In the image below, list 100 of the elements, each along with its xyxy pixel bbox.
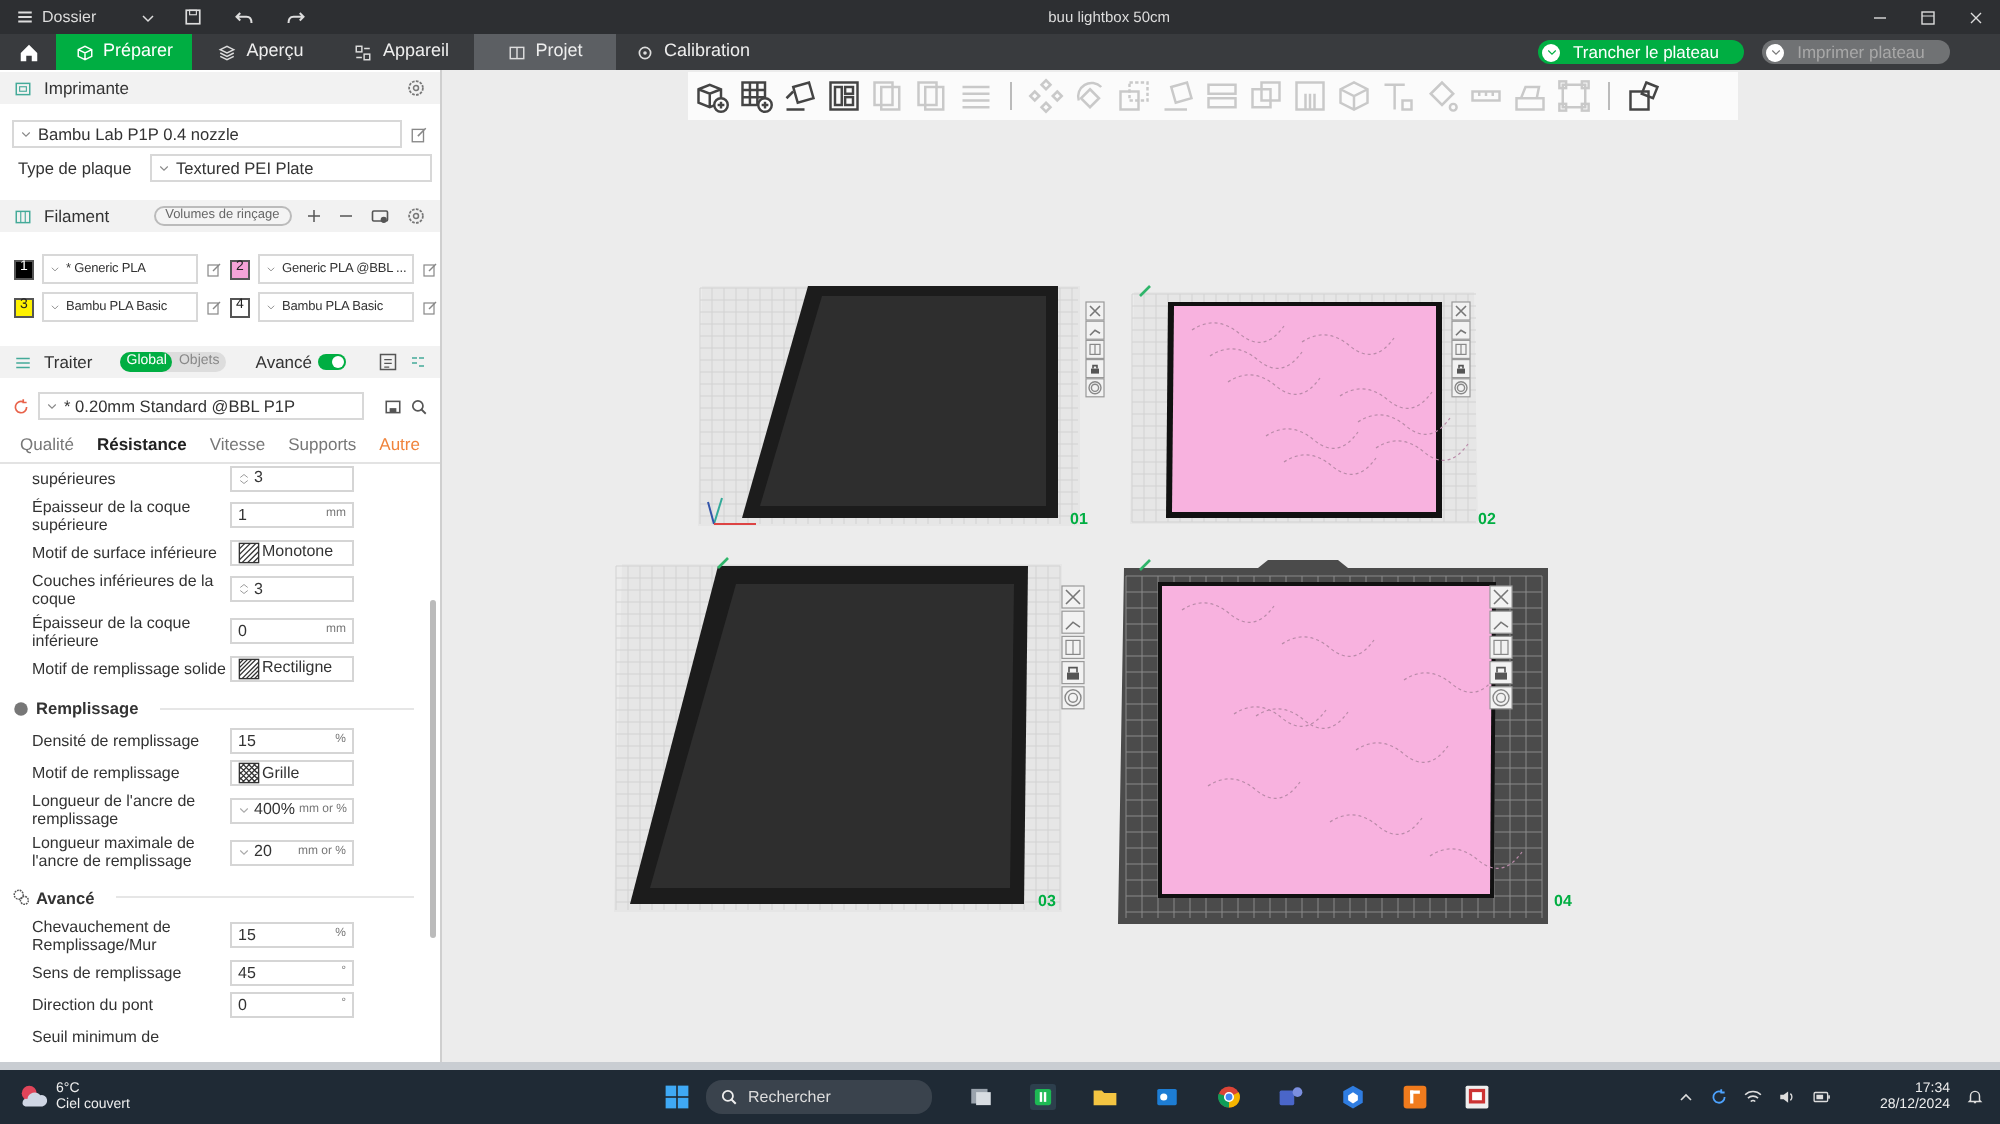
lock-icon[interactable] bbox=[1085, 359, 1105, 379]
sync-icon[interactable] bbox=[1709, 1088, 1728, 1106]
scrollbar[interactable] bbox=[430, 599, 436, 938]
plate-drawing[interactable] bbox=[614, 564, 1062, 912]
save-icon[interactable] bbox=[384, 397, 402, 415]
undo-icon[interactable] bbox=[234, 7, 255, 27]
nav-tab[interactable]: Projet bbox=[474, 34, 616, 70]
settings-tab[interactable]: Résistance bbox=[96, 430, 187, 462]
preset-dropdown[interactable]: * 0.20mm Standard @BBL P1P bbox=[38, 392, 365, 420]
chat-icon[interactable] bbox=[1278, 1084, 1304, 1110]
plate-drawing[interactable] bbox=[1130, 292, 1478, 524]
puzzle-icon[interactable] bbox=[1626, 78, 1662, 114]
section-title: Imprimante bbox=[44, 75, 130, 101]
plus-icon[interactable] bbox=[306, 208, 322, 224]
settings-tab[interactable]: Qualité bbox=[20, 430, 74, 462]
caret-icon bbox=[266, 302, 276, 312]
cube-app-icon[interactable] bbox=[1340, 1084, 1366, 1110]
field-label: Type de plaque bbox=[18, 155, 134, 181]
gears-icon bbox=[12, 888, 30, 907]
caret-icon bbox=[1769, 46, 1781, 58]
dot-icon bbox=[12, 699, 30, 718]
spool-icon[interactable] bbox=[370, 206, 390, 226]
chevron-up-icon[interactable] bbox=[1677, 1089, 1694, 1105]
caret-icon bbox=[46, 400, 58, 412]
wifi-icon[interactable] bbox=[1743, 1088, 1762, 1106]
lock-icon[interactable] bbox=[1489, 661, 1513, 685]
calibration-icon bbox=[635, 43, 654, 61]
cube-icon bbox=[75, 43, 93, 61]
spin-field[interactable]: 3 bbox=[230, 465, 354, 492]
grid-icon[interactable] bbox=[1489, 635, 1513, 659]
panel-icon[interactable] bbox=[826, 78, 862, 114]
spin-arrows-icon bbox=[238, 580, 250, 599]
advanced-switch[interactable] bbox=[318, 354, 346, 370]
plate-drawing[interactable] bbox=[1118, 560, 1548, 924]
spin-field[interactable]: 3 bbox=[230, 576, 354, 603]
setting-label: Épaisseur de la coque inférieure bbox=[30, 613, 193, 650]
settings-tab[interactable]: Vitesse bbox=[209, 430, 266, 462]
pattern-icon bbox=[238, 541, 260, 564]
grid-icon[interactable] bbox=[1085, 339, 1105, 359]
caret-icon bbox=[140, 9, 157, 25]
setting-label: Épaisseur de la coque supérieure bbox=[30, 497, 193, 534]
app-icon[interactable] bbox=[1030, 1084, 1056, 1110]
settings-icon[interactable] bbox=[406, 206, 426, 226]
printer-dropdown[interactable]: Bambu Lab P1P 0.4 nozzle bbox=[12, 120, 402, 148]
pattern-dropdown[interactable]: Grille bbox=[230, 760, 354, 787]
target-icon[interactable] bbox=[1489, 686, 1513, 710]
settings-icon[interactable] bbox=[406, 78, 426, 98]
setting-label: Motif de remplissage solide bbox=[30, 659, 228, 678]
caret-icon bbox=[50, 264, 60, 274]
book-icon bbox=[507, 43, 526, 61]
target-icon[interactable] bbox=[1085, 378, 1105, 398]
pattern-dropdown[interactable]: Rectiligne bbox=[230, 655, 354, 682]
caret-icon bbox=[266, 264, 276, 274]
nav-tab[interactable]: Calibration bbox=[616, 34, 770, 70]
caret-icon bbox=[1545, 46, 1557, 58]
speaker-icon[interactable] bbox=[1777, 1088, 1796, 1106]
maximize-icon[interactable] bbox=[1920, 9, 1936, 25]
caret-icon bbox=[158, 162, 170, 174]
window-icon[interactable] bbox=[968, 1084, 994, 1110]
section-title: Filament bbox=[44, 203, 110, 229]
battery-icon[interactable] bbox=[1811, 1088, 1832, 1106]
weather-icon[interactable] bbox=[18, 1082, 48, 1112]
plate-type-dropdown[interactable]: Textured PEI Plate bbox=[150, 154, 432, 182]
settings-tab[interactable]: Supports bbox=[288, 430, 357, 462]
nav-tab[interactable]: Appareil bbox=[330, 34, 474, 70]
bell-icon[interactable] bbox=[1966, 1088, 1984, 1106]
browser-icon[interactable] bbox=[1216, 1084, 1242, 1110]
list-icon[interactable] bbox=[378, 352, 398, 372]
search-field[interactable]: Rechercher bbox=[706, 1080, 932, 1114]
layers-icon bbox=[218, 43, 237, 61]
axes-icon bbox=[707, 497, 757, 525]
redo-icon[interactable] bbox=[286, 7, 307, 27]
cube-plus-icon[interactable] bbox=[694, 78, 730, 114]
setting-label: Motif de surface inférieure bbox=[30, 543, 219, 562]
grid-icon[interactable] bbox=[1451, 339, 1471, 359]
lock-icon[interactable] bbox=[1451, 359, 1471, 379]
setting-label: Direction du pont bbox=[30, 995, 155, 1015]
device-icon bbox=[354, 43, 373, 61]
tilted-square-icon[interactable] bbox=[782, 78, 818, 114]
advanced-label: Avancé bbox=[255, 349, 312, 375]
setting-label: Couches inférieures de la coque bbox=[30, 571, 216, 608]
target-icon[interactable] bbox=[1451, 378, 1471, 398]
lock-icon[interactable] bbox=[1061, 661, 1085, 685]
setting-label: Motif de remplissage bbox=[30, 764, 182, 783]
reset-icon[interactable] bbox=[12, 397, 30, 415]
setting-label: Sens de remplissage bbox=[30, 963, 184, 983]
app-icon[interactable] bbox=[1402, 1084, 1428, 1110]
setting-label: Chevauchement de Remplissage/Mur bbox=[30, 917, 173, 954]
menu-button[interactable]: Dossier bbox=[16, 5, 157, 29]
target-icon[interactable] bbox=[1061, 686, 1085, 710]
close-icon[interactable] bbox=[1489, 585, 1513, 609]
grid-plus-icon[interactable] bbox=[738, 78, 774, 114]
process-icon bbox=[14, 353, 32, 371]
search-icon[interactable] bbox=[410, 397, 428, 415]
slicer-icon[interactable] bbox=[1464, 1084, 1490, 1110]
grid-icon[interactable] bbox=[1061, 635, 1085, 659]
mail-icon[interactable] bbox=[1154, 1084, 1180, 1110]
start-icon[interactable] bbox=[664, 1084, 690, 1110]
pattern-dropdown[interactable]: Monotone bbox=[230, 539, 354, 566]
nav-tab[interactable]: Aperçu bbox=[192, 34, 330, 70]
